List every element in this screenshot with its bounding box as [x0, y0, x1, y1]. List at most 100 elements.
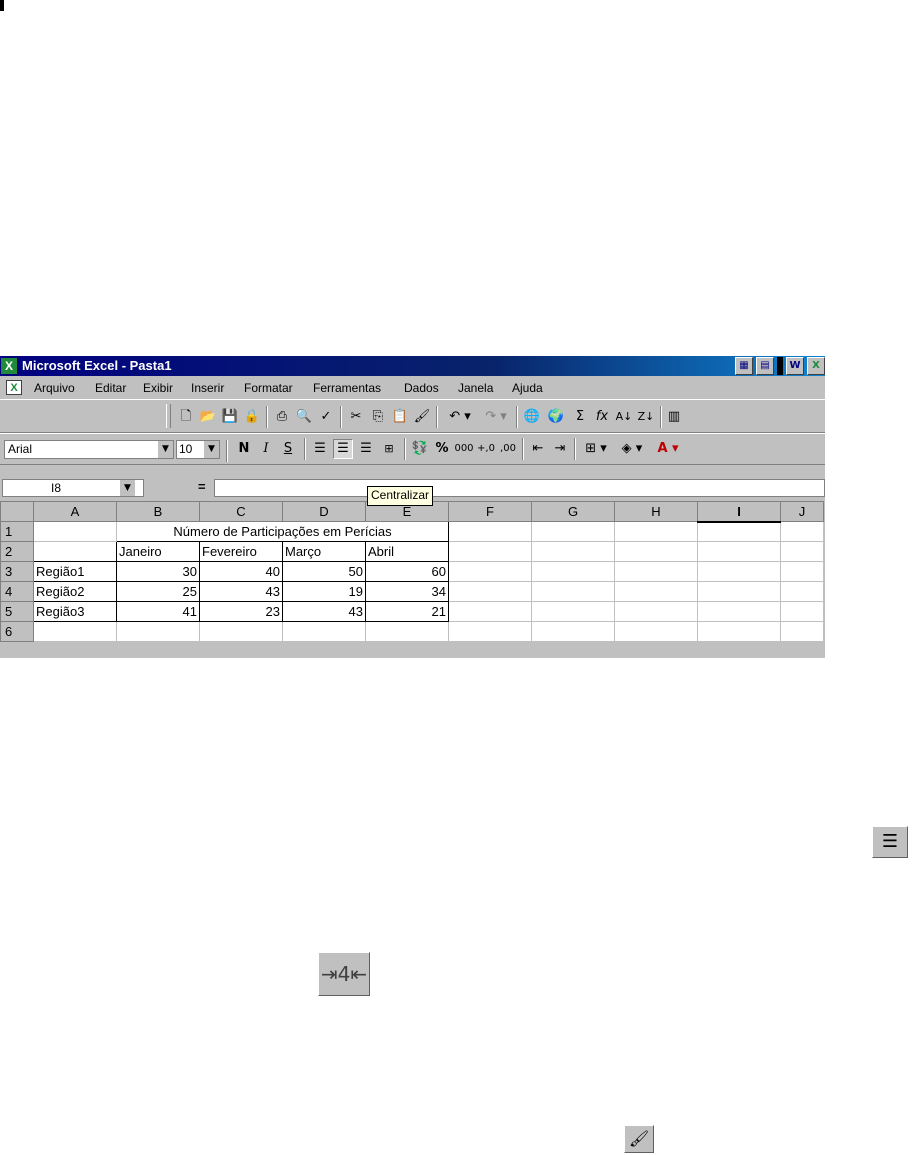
column-header[interactable]: G [531, 501, 615, 522]
cell[interactable]: Região2 [33, 581, 117, 602]
cell[interactable] [697, 621, 781, 642]
sort-ascending-icon[interactable]: A↓ [614, 407, 634, 427]
font-color-icon[interactable]: A ▾ [652, 439, 684, 459]
row-header[interactable]: 3 [0, 561, 34, 582]
name-box[interactable]: I8 ▼ [2, 479, 144, 497]
toolbar-grip[interactable] [166, 404, 171, 428]
open-folder-icon[interactable]: 📂 [198, 407, 218, 427]
cell[interactable] [780, 541, 824, 562]
spelling-icon[interactable]: ✓ [316, 407, 336, 427]
cell[interactable] [448, 561, 532, 582]
menu-arquivo[interactable]: Arquivo [34, 381, 75, 395]
cell[interactable]: 50 [282, 561, 366, 582]
function-icon[interactable]: fx [592, 407, 612, 427]
cell[interactable] [614, 621, 698, 642]
cell[interactable] [697, 581, 781, 602]
cell[interactable] [448, 581, 532, 602]
cell[interactable] [697, 541, 781, 562]
cell[interactable] [531, 541, 615, 562]
undo-icon[interactable]: ↶ ▾ [444, 407, 476, 427]
chart-wizard-icon[interactable]: ▥ [664, 407, 684, 427]
print-icon[interactable]: ⎙ [272, 407, 292, 427]
column-header[interactable]: A [33, 501, 117, 522]
menu-formatar[interactable]: Formatar [244, 381, 293, 395]
cell[interactable] [780, 561, 824, 582]
align-right-icon[interactable]: ☰ [356, 439, 376, 459]
format-painter-icon[interactable]: 🖌 [412, 407, 432, 427]
column-header[interactable]: J [780, 501, 824, 522]
office-shortcut-icon[interactable]: ▦ [735, 357, 753, 375]
column-header[interactable]: F [448, 501, 532, 522]
font-name-select[interactable]: Arial ▼ [4, 440, 174, 459]
cell[interactable] [614, 561, 698, 582]
row-header[interactable]: 2 [0, 541, 34, 562]
cell[interactable] [614, 521, 698, 542]
cell[interactable] [780, 621, 824, 642]
permission-icon[interactable]: 🔒 [242, 407, 262, 427]
cell[interactable]: Região3 [33, 601, 117, 622]
decrease-decimal-icon[interactable]: ,00 [498, 439, 518, 459]
cell[interactable]: 19 [282, 581, 366, 602]
underline-button[interactable]: S [278, 439, 298, 459]
cell[interactable] [697, 561, 781, 582]
autosum-icon[interactable]: Σ [570, 407, 590, 427]
decrease-indent-icon[interactable]: ⇤ [528, 439, 548, 459]
redo-icon[interactable]: ↷ ▾ [480, 407, 512, 427]
word-shortcut-icon[interactable]: W [786, 357, 804, 375]
cell[interactable]: 43 [199, 581, 283, 602]
increase-indent-icon[interactable]: ⇥ [550, 439, 570, 459]
hyperlink-icon[interactable]: 🌍 [546, 407, 566, 427]
borders-icon[interactable]: ⊞ ▾ [580, 439, 612, 459]
sort-descending-icon[interactable]: Z↓ [636, 407, 656, 427]
cell[interactable] [116, 621, 200, 642]
cell[interactable] [365, 621, 449, 642]
cell[interactable]: Janeiro [116, 541, 200, 562]
merged-title-cell[interactable]: Número de Participações em Perícias [116, 521, 449, 542]
font-size-select[interactable]: 10 ▼ [176, 440, 220, 459]
cell[interactable]: 41 [116, 601, 200, 622]
cell[interactable]: 60 [365, 561, 449, 582]
fill-color-icon[interactable]: ◈ ▾ [616, 439, 648, 459]
column-header[interactable]: B [116, 501, 200, 522]
cell[interactable]: 43 [282, 601, 366, 622]
cell[interactable] [531, 521, 615, 542]
chevron-down-icon[interactable]: ▼ [157, 441, 173, 458]
row-header[interactable]: 4 [0, 581, 34, 602]
cell[interactable]: 25 [116, 581, 200, 602]
center-align-icon[interactable]: ☰ [333, 439, 353, 459]
column-header[interactable]: C [199, 501, 283, 522]
menu-editar[interactable]: Editar [95, 381, 126, 395]
cell[interactable] [33, 541, 117, 562]
new-document-icon[interactable]: 🗋 [176, 407, 196, 427]
merge-and-center-icon[interactable]: ⊞ [379, 439, 399, 459]
chevron-down-icon[interactable]: ▼ [119, 480, 135, 496]
cell[interactable]: Março [282, 541, 366, 562]
increase-decimal-icon[interactable]: +,0 [476, 439, 496, 459]
cell[interactable] [697, 601, 781, 622]
select-all-corner[interactable] [0, 501, 34, 522]
cell[interactable]: 34 [365, 581, 449, 602]
cell[interactable] [531, 561, 615, 582]
equals-icon[interactable]: = [198, 479, 206, 494]
excel-app-icon[interactable]: X [1, 358, 17, 374]
web-toolbar-icon[interactable]: 🌐 [522, 407, 542, 427]
cell[interactable]: Abril [365, 541, 449, 562]
chevron-down-icon[interactable]: ▼ [203, 441, 219, 458]
thousands-separator-icon[interactable]: 000 [454, 439, 474, 459]
workbook-icon[interactable]: X [6, 380, 22, 395]
cut-icon[interactable]: ✂ [346, 407, 366, 427]
cell[interactable] [780, 521, 824, 542]
cell[interactable] [448, 541, 532, 562]
copy-icon[interactable]: ⎘ [368, 407, 388, 427]
cell[interactable]: 21 [365, 601, 449, 622]
bold-button[interactable]: N [234, 439, 254, 459]
column-header-selected[interactable]: I [697, 501, 781, 523]
cell[interactable]: Fevereiro [199, 541, 283, 562]
italic-button[interactable]: I [256, 439, 276, 459]
align-left-icon[interactable]: ☰ [310, 439, 330, 459]
row-header[interactable]: 5 [0, 601, 34, 622]
cell[interactable] [780, 581, 824, 602]
column-header[interactable]: H [614, 501, 698, 522]
cell[interactable] [531, 601, 615, 622]
currency-icon[interactable]: 💱 [410, 439, 430, 459]
